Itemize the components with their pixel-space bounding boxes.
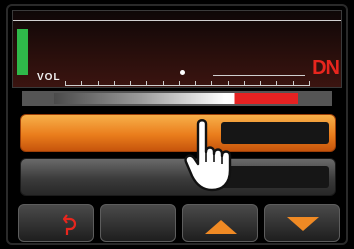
- scale-tick: [292, 81, 294, 86]
- direction-label: DN: [312, 57, 340, 79]
- signal-meter: [17, 29, 28, 75]
- scale-tick: [97, 81, 99, 86]
- pointing-hand-icon: [184, 119, 232, 192]
- primary-button[interactable]: [20, 114, 336, 152]
- scale-tick: [309, 81, 310, 86]
- arrow-up-icon: [205, 220, 237, 234]
- status-display: VOL DN: [12, 10, 342, 88]
- volume-scale: [65, 79, 310, 87]
- volume-bar[interactable]: [54, 93, 298, 104]
- down-button[interactable]: [264, 204, 340, 242]
- softkey-bar: [18, 204, 340, 243]
- scale-tick: [227, 81, 229, 86]
- display-top-line: [13, 20, 341, 21]
- scale-tick: [211, 81, 213, 86]
- scale-tick: [162, 81, 164, 86]
- undo-arrow-icon: [63, 214, 77, 235]
- scale-tick: [178, 81, 180, 86]
- vol-label: VOL: [37, 72, 61, 83]
- arrow-down-icon: [287, 217, 319, 231]
- device-screen: VOL DN: [6, 4, 348, 245]
- scale-tick: [146, 81, 148, 86]
- scale-tick: [65, 81, 66, 86]
- blank-softkey[interactable]: [100, 204, 176, 242]
- back-button[interactable]: [18, 204, 94, 242]
- scale-tick: [113, 81, 115, 86]
- scale-tick: [243, 81, 245, 86]
- scale-tick: [130, 81, 132, 86]
- scale-tick: [260, 81, 262, 86]
- up-button[interactable]: [182, 204, 258, 242]
- indicator-line: [213, 75, 305, 76]
- scale-tick: [81, 81, 83, 86]
- volume-indicator-dot: [180, 70, 185, 75]
- scale-tick: [195, 81, 197, 86]
- volume-bar-track[interactable]: [22, 91, 332, 106]
- scale-tick: [276, 81, 278, 86]
- secondary-button[interactable]: [20, 158, 336, 196]
